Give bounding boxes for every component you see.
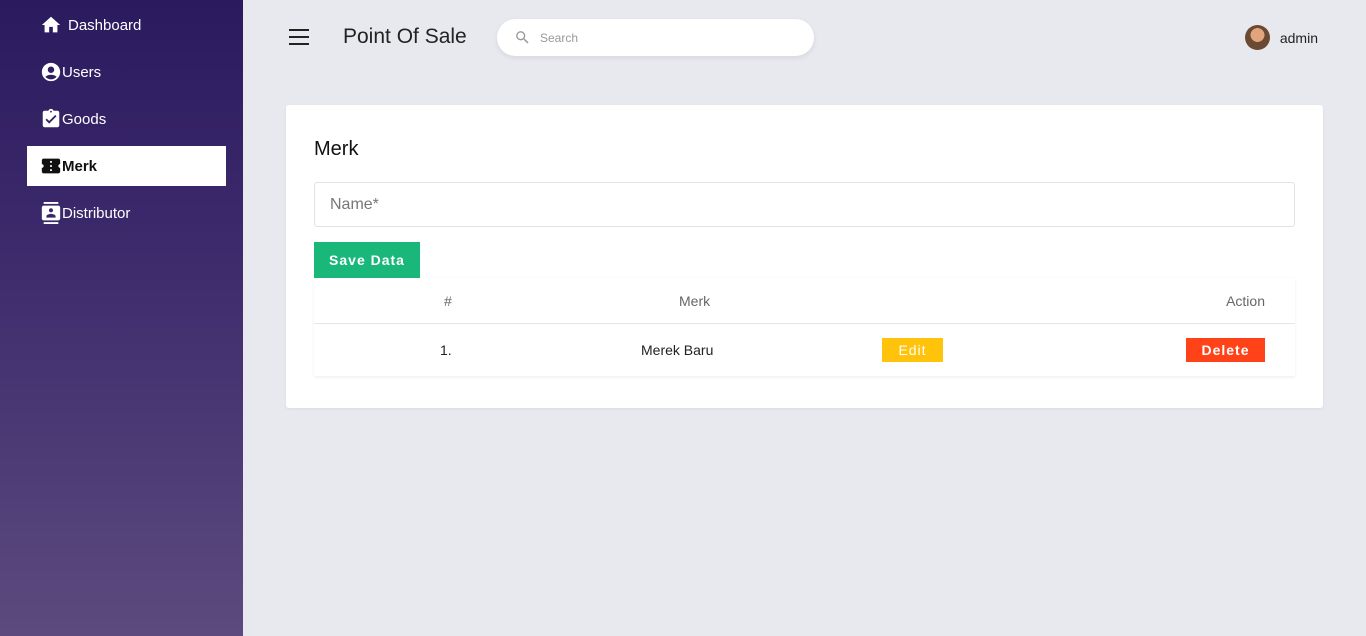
sidebar-item-label: Goods: [62, 110, 107, 128]
column-header-merk: Merk: [679, 293, 711, 309]
merk-card: Merk Save Data # Merk Action 1. Merek Ba…: [286, 105, 1323, 408]
sidebar-item-label: Users: [62, 63, 102, 81]
search-icon: [516, 31, 529, 44]
row-number: 1.: [440, 342, 452, 358]
sidebar-item-label: Distributor: [62, 204, 131, 222]
column-header-action: Action: [1226, 293, 1265, 309]
app-title: Point Of Sale: [343, 25, 467, 48]
ticket-icon: [40, 155, 62, 177]
avatar: [1244, 25, 1270, 50]
sidebar-item-users[interactable]: Users: [27, 52, 226, 92]
delete-button[interactable]: Delete: [1186, 338, 1265, 362]
contact-card-icon: [40, 202, 62, 224]
clipboard-check-icon: [40, 108, 62, 130]
sidebar-item-dashboard[interactable]: Dashboard: [27, 5, 226, 45]
sidebar: Dashboard Users Goods Merk Distributor: [0, 0, 243, 636]
sidebar-item-distributor[interactable]: Distributor: [27, 193, 226, 233]
row-merk: Merek Baru: [641, 342, 714, 358]
merk-table: # Merk Action 1. Merek Baru Edit Delete: [314, 278, 1295, 376]
sidebar-item-label: Dashboard: [68, 16, 142, 34]
table-header: # Merk Action: [314, 278, 1295, 324]
hamburger-menu-icon[interactable]: [289, 29, 309, 45]
card-title: Merk: [314, 138, 359, 160]
user-menu[interactable]: admin: [1244, 25, 1318, 50]
name-field[interactable]: [314, 182, 1295, 227]
sidebar-item-label: Merk: [62, 157, 98, 175]
home-icon: [40, 14, 62, 36]
table-row: 1. Merek Baru Edit Delete: [314, 324, 1295, 376]
column-header-number: #: [444, 293, 452, 309]
user-name: admin: [1279, 29, 1318, 46]
edit-button[interactable]: Edit: [882, 338, 943, 362]
topbar: Point Of Sale admin: [243, 0, 1366, 76]
sidebar-item-merk[interactable]: Merk: [27, 146, 226, 186]
save-data-button[interactable]: Save Data: [314, 242, 420, 278]
sidebar-item-goods[interactable]: Goods: [27, 99, 226, 139]
search-input[interactable]: [540, 30, 780, 45]
search-bar[interactable]: [497, 19, 814, 56]
user-circle-icon: [40, 61, 62, 83]
